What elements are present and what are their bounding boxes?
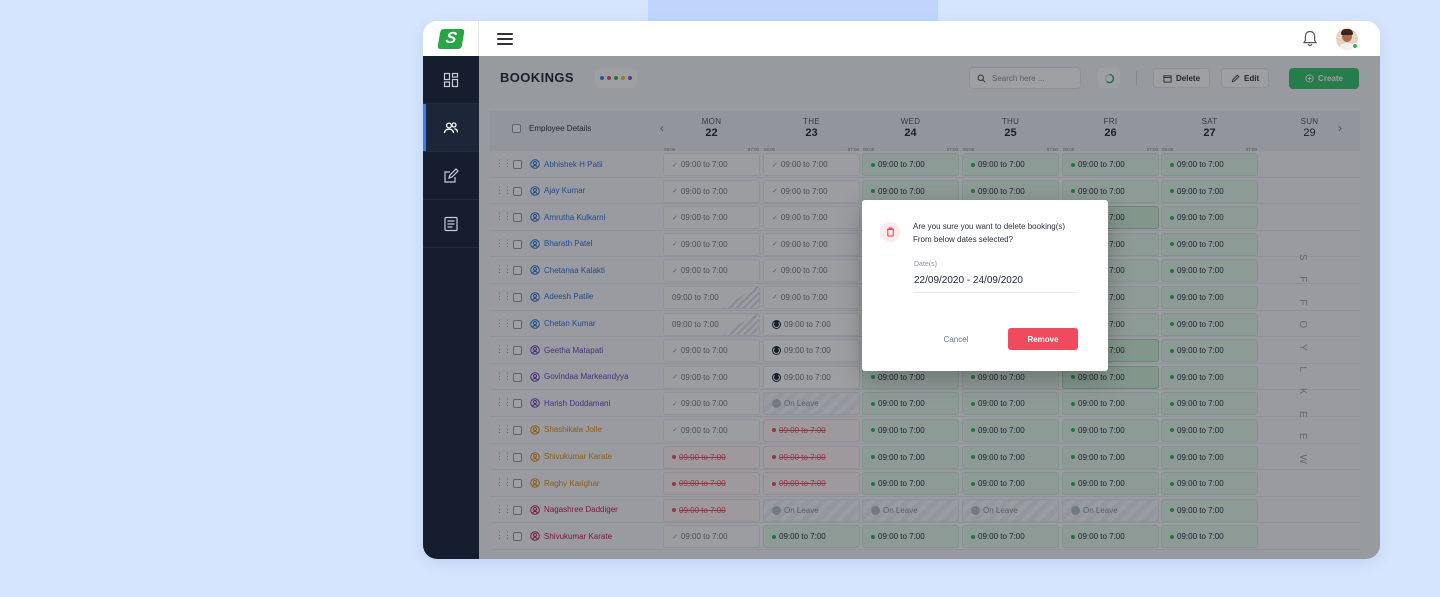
delete-confirm-dialog: Are you sure you want to delete booking(… — [862, 200, 1108, 371]
online-indicator — [1352, 43, 1358, 49]
app-logo: S — [436, 28, 465, 49]
cancel-button[interactable]: Cancel — [928, 328, 984, 350]
document-icon — [444, 216, 458, 231]
logo-container[interactable]: S — [423, 21, 479, 56]
dialog-message-line1: Are you sure you want to delete booking(… — [913, 222, 1066, 231]
sidebar-item-documents[interactable] — [423, 200, 479, 248]
remove-button[interactable]: Remove — [1008, 328, 1078, 350]
dialog-message-line2: From below dates selected? — [913, 235, 1014, 244]
dashboard-icon — [443, 72, 459, 87]
sidebar-item-dashboard[interactable] — [423, 56, 479, 104]
users-icon — [443, 121, 459, 133]
sidebar — [423, 56, 479, 559]
trash-icon — [880, 222, 900, 242]
bell-icon[interactable] — [1302, 30, 1318, 48]
sidebar-item-users[interactable] — [423, 104, 479, 152]
app-root: S BOOKINGS Search here ... Delete Edit C… — [0, 0, 1440, 597]
edit-note-icon — [444, 167, 459, 183]
top-bar-actions — [1302, 27, 1380, 50]
app-window: S BOOKINGS Search here ... Delete Edit C… — [423, 21, 1380, 559]
dates-label: Date(s) — [914, 261, 937, 268]
top-bar: S — [423, 21, 1380, 56]
dates-field[interactable]: 22/09/2020 - 24/09/2020 — [914, 275, 1078, 293]
dialog-message: Are you sure you want to delete booking(… — [913, 220, 1093, 246]
menu-icon[interactable] — [497, 32, 513, 45]
sidebar-item-edit-notes[interactable] — [423, 152, 479, 200]
modal-overlay[interactable]: Are you sure you want to delete booking(… — [479, 56, 1380, 559]
background-strip — [648, 0, 938, 21]
